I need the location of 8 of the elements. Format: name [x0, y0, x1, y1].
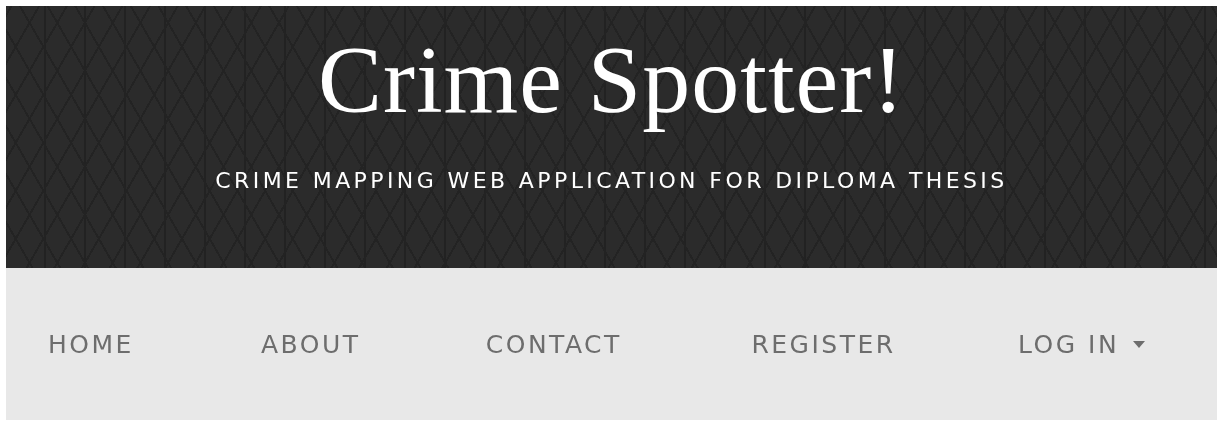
nav-link[interactable]: CONTACT — [485, 329, 752, 359]
nav-link[interactable]: REGISTER — [751, 329, 1018, 359]
login-dropdown[interactable]: LOG IN — [1018, 329, 1217, 359]
caret-icon — [1133, 340, 1146, 348]
nav-link[interactable]: HOME — [48, 329, 261, 359]
site-title: Crime Spotter! — [317, 25, 906, 135]
site-subtitle: CRIME MAPPING WEB APPLICATION FOR DIPLOMA THESIS — [215, 168, 1008, 193]
nav-link[interactable]: ABOUT — [260, 329, 486, 359]
